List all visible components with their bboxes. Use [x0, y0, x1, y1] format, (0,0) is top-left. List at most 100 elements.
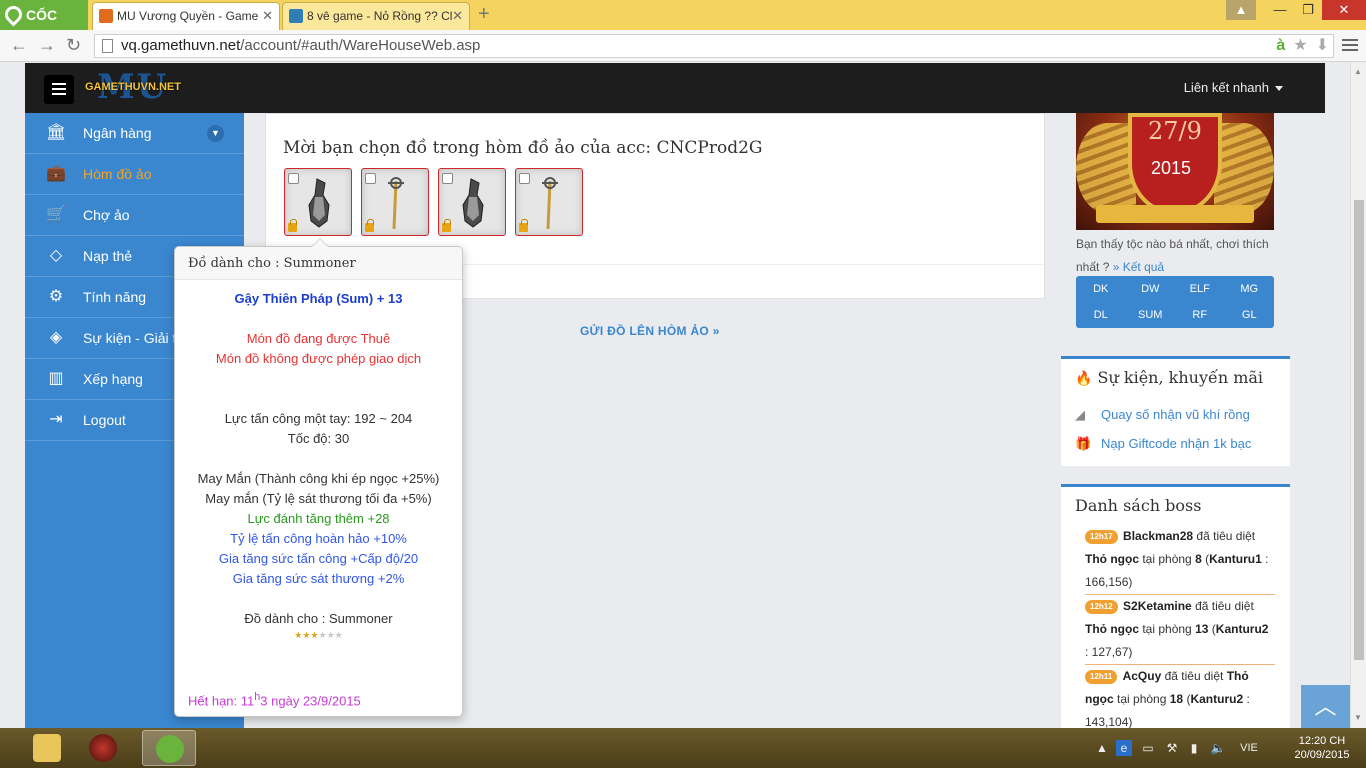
clock[interactable]: 12:20 CH 20/09/2015 — [1282, 734, 1362, 762]
scrollbar-thumb[interactable] — [1354, 200, 1364, 660]
clock-date: 20/09/2015 — [1294, 749, 1350, 761]
time-badge: 12h11 — [1085, 669, 1118, 684]
coccoc-logo[interactable]: CỐC CỐC — [0, 0, 88, 53]
quick-links-label: Liên kết nhanh — [1183, 80, 1269, 95]
player-name: S2Ketamine — [1123, 599, 1192, 613]
briefcase-icon: 💼 — [46, 165, 66, 182]
browser-menu-icon[interactable] — [1342, 36, 1358, 54]
language-indicator[interactable]: VIE — [1234, 740, 1264, 756]
room-number: 8 — [1195, 552, 1202, 566]
taskbar-explorer[interactable] — [20, 730, 74, 766]
tab-close-icon[interactable]: ✕ — [262, 3, 273, 29]
poll-option-mg[interactable]: MG — [1225, 276, 1275, 302]
item-checkbox[interactable] — [365, 173, 376, 184]
item-checkbox[interactable] — [519, 173, 530, 184]
network-icon[interactable]: ▮ — [1186, 740, 1202, 756]
item-checkbox[interactable] — [288, 173, 299, 184]
logo-site-text: GAMETHUVN.NET — [85, 81, 181, 93]
sidebar-item-label: Chợ ảo — [83, 207, 130, 223]
event-link-giftcode[interactable]: 🎁 Nạp Giftcode nhận 1k bạc — [1075, 436, 1251, 451]
coccoc-dictionary-icon[interactable]: à — [1276, 35, 1285, 57]
scroll-up-icon[interactable]: ▲ — [1354, 67, 1362, 76]
scroll-down-icon[interactable]: ▼ — [1354, 713, 1362, 722]
chevron-up-icon: ︿ — [1314, 694, 1337, 719]
time-badge: 12h17 — [1085, 529, 1118, 544]
server-name: Kanturu1 — [1209, 552, 1262, 566]
new-tab-button[interactable]: + — [478, 3, 490, 25]
poll-option-elf[interactable]: ELF — [1175, 276, 1225, 302]
staff-item-icon — [388, 177, 404, 230]
close-window-button[interactable]: ✕ — [1322, 0, 1366, 20]
time-badge: 12h12 — [1085, 599, 1118, 614]
item-slot[interactable] — [284, 168, 352, 236]
quick-links-dropdown[interactable]: Liên kết nhanh — [1184, 80, 1283, 95]
scroll-to-top-button[interactable]: ︿ — [1301, 685, 1350, 728]
sidebar-item-label: Ngân hàng — [83, 125, 152, 141]
speed-stat: Tốc độ: 30 — [287, 431, 350, 446]
monitor-icon[interactable]: ▭ — [1140, 740, 1156, 756]
restore-button[interactable]: ❐ — [1294, 0, 1322, 20]
poll-option-dk[interactable]: DK — [1076, 276, 1126, 302]
player-name: Blackman28 — [1123, 529, 1194, 543]
app-tray-icon[interactable]: e — [1116, 740, 1132, 756]
banner-date: 27/9 — [1148, 117, 1202, 145]
volume-icon[interactable]: 🔈 — [1210, 740, 1226, 756]
sidebar-item-label: Hòm đồ ảo — [83, 166, 152, 182]
event-link-label: Quay số nhận vũ khí rồng — [1101, 407, 1250, 422]
system-tray: ▲ e ▭ ⚒ ▮ 🔈 VIE 12:20 CH 20/09/2015 — [1094, 728, 1366, 768]
item-slot[interactable] — [361, 168, 429, 236]
poll-option-sum[interactable]: SUM — [1126, 302, 1176, 328]
wing-icon: ◢ — [1075, 407, 1085, 422]
download-icon[interactable]: ⬇ — [1316, 35, 1329, 57]
clock-time: 12:20 CH — [1298, 735, 1346, 747]
url-input[interactable]: vq.gamethuvn.net/account/#auth/WareHouse… — [94, 34, 1334, 58]
event-link-dragon-weapon[interactable]: ◢ Quay số nhận vũ khí rồng — [1075, 407, 1250, 422]
reload-icon[interactable]: ↻ — [66, 34, 81, 56]
item-slot[interactable] — [515, 168, 583, 236]
tab-mu-vuong-quyen[interactable]: MU Vương Quyền - Game ✕ — [92, 2, 280, 30]
user-icon[interactable]: ▲ — [1226, 0, 1256, 20]
poll-option-dw[interactable]: DW — [1126, 276, 1176, 302]
forward-arrow-icon[interactable]: → — [38, 34, 56, 56]
minimize-button[interactable]: — — [1266, 0, 1294, 20]
poll-result-link[interactable]: » Kết quả — [1113, 260, 1164, 274]
tool-icon[interactable]: ⚒ — [1164, 740, 1180, 756]
sidebar-item-market[interactable]: 🛒 Chợ ảo — [25, 195, 244, 236]
window-controls: ▲ — ❐ ✕ — [1226, 0, 1366, 22]
item-slot[interactable] — [438, 168, 506, 236]
chevron-down-icon[interactable]: ▼ — [207, 125, 224, 142]
sidebar-item-label: Xếp hạng — [83, 371, 143, 387]
attack-stat: Lực tấn công một tay: 192 ~ 204 — [224, 411, 413, 426]
sidebar-item-virtual-chest[interactable]: 💼 Hòm đồ ảo — [25, 154, 244, 195]
sidebar-item-bank[interactable]: 🏛 Ngân hàng ▼ — [25, 113, 244, 154]
poll-option-dl[interactable]: DL — [1076, 302, 1126, 328]
taskbar-coccoc[interactable] — [142, 730, 196, 766]
lock-icon — [519, 219, 528, 232]
poll-option-gl[interactable]: GL — [1225, 302, 1275, 328]
hamburger-menu-button[interactable] — [44, 75, 74, 104]
site-logo[interactable]: MU GAMETHUVN.NET — [85, 67, 205, 107]
tab-close-icon[interactable]: ✕ — [452, 3, 463, 29]
folder-icon — [33, 734, 61, 762]
staff-item-icon — [542, 177, 558, 230]
tab-8ve-game[interactable]: 8 vê game - Nỏ Rồng ?? Cl ✕ — [282, 2, 470, 30]
send-to-chest-link[interactable]: GỬI ĐỒ LÊN HÒM ẢO » — [580, 324, 720, 338]
coordinates: : 127,67) — [1085, 645, 1133, 659]
ribbon-decoration — [1096, 205, 1254, 223]
tab-label: MU Vương Quyền - Game — [117, 9, 259, 23]
poll-options: DK DW ELF MG DL SUM RF GL — [1076, 276, 1274, 328]
player-name: AcQuy — [1122, 669, 1162, 683]
back-arrow-icon[interactable]: ← — [10, 34, 28, 56]
bookmark-star-icon[interactable]: ★ — [1293, 35, 1307, 57]
tray-expand-icon[interactable]: ▲ — [1094, 740, 1110, 756]
page-scrollbar[interactable]: ▲ ▼ — [1350, 63, 1366, 728]
poll-option-rf[interactable]: RF — [1175, 302, 1225, 328]
sidebar-item-label: Logout — [83, 412, 126, 428]
tab-label: 8 vê game - Nỏ Rồng ?? Cl — [307, 9, 453, 23]
event-link-label: Nạp Giftcode nhận 1k bạc — [1101, 436, 1252, 451]
item-checkbox[interactable] — [442, 173, 453, 184]
expiry-prefix: Hết hạn: 11 — [188, 693, 255, 709]
event-banner[interactable]: 27/9 2015 — [1076, 113, 1274, 230]
url-actions: à ★ ⬇ — [1276, 35, 1329, 57]
taskbar-mu-game[interactable] — [76, 730, 130, 766]
